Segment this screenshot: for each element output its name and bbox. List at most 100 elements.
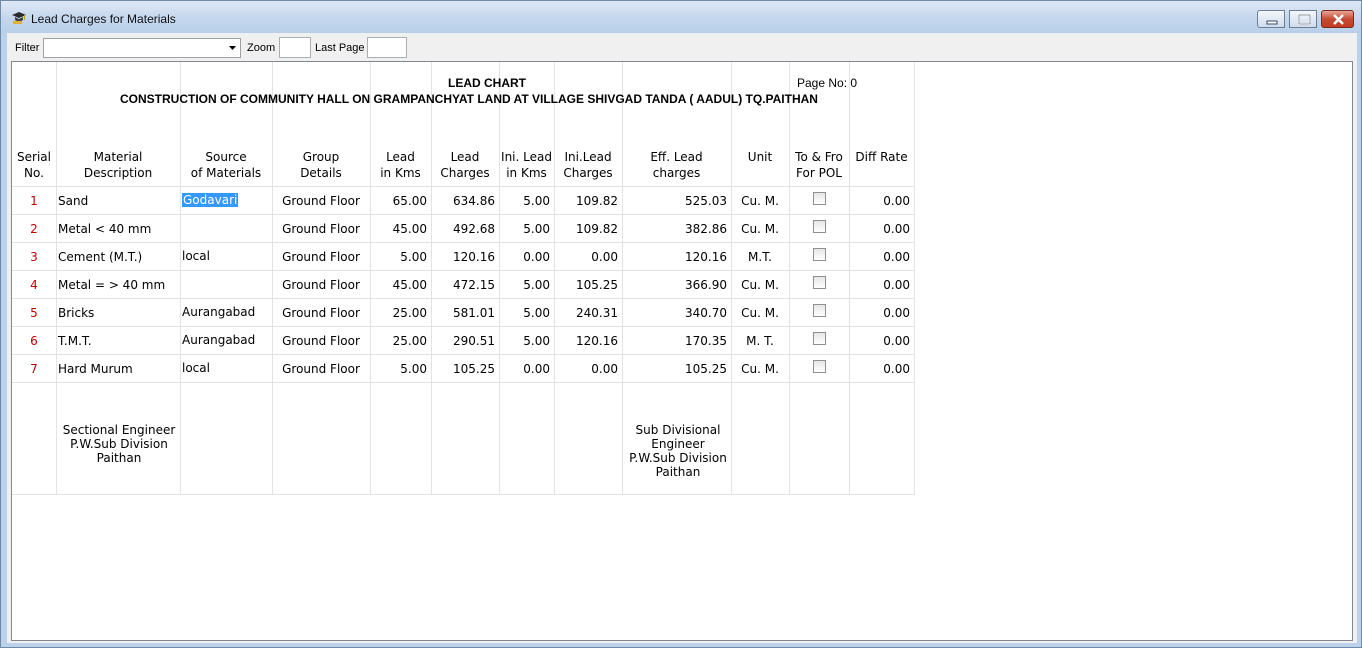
signature-line: Sub Divisional bbox=[635, 423, 721, 437]
grid-line bbox=[12, 354, 915, 355]
cell-unit: Cu. M. bbox=[741, 222, 779, 236]
pol-checkbox[interactable] bbox=[813, 248, 826, 261]
cell-ini-lead-kms: 5.00 bbox=[523, 222, 550, 236]
grid-line bbox=[12, 242, 915, 243]
cell-eff-lead: 366.90 bbox=[685, 278, 727, 292]
cell-ini-lead-charges: 0.00 bbox=[591, 362, 618, 376]
column-header-line: No. bbox=[24, 166, 44, 180]
column-header-line: of Materials bbox=[190, 166, 262, 180]
cell-group: Ground Floor bbox=[282, 250, 360, 264]
cell-ini-lead-kms: 5.00 bbox=[523, 278, 550, 292]
cell-source[interactable]: Godavari bbox=[182, 193, 239, 207]
cell-unit: Cu. M. bbox=[741, 278, 779, 292]
report-subheading: CONSTRUCTION OF COMMUNITY HALL ON GRAMPA… bbox=[120, 92, 818, 106]
title-bar[interactable]: Lead Charges for Materials bbox=[1, 1, 1361, 33]
window-title: Lead Charges for Materials bbox=[31, 12, 176, 26]
cell-lead-charges: 634.86 bbox=[453, 194, 495, 208]
cell-unit: Cu. M. bbox=[741, 306, 779, 320]
column-header-line: in Kms bbox=[380, 166, 421, 180]
cell-material: Metal = > 40 mm bbox=[58, 278, 166, 292]
filter-label: Filter bbox=[15, 42, 40, 54]
signature-line: Sectional Engineer bbox=[62, 423, 176, 437]
cell-ini-lead-charges: 109.82 bbox=[576, 194, 618, 208]
cell-ini-lead-charges: 240.31 bbox=[576, 306, 618, 320]
cell-source[interactable]: Aurangabad bbox=[182, 333, 255, 347]
signature-line: Engineer bbox=[651, 437, 705, 451]
minimize-button[interactable] bbox=[1257, 10, 1285, 28]
column-header-line: Charges bbox=[440, 166, 490, 180]
cell-diff-rate: 0.00 bbox=[883, 306, 910, 320]
cell-lead-charges: 290.51 bbox=[453, 334, 495, 348]
column-header-line: To & Fro bbox=[795, 150, 843, 164]
cell-diff-rate: 0.00 bbox=[883, 250, 910, 264]
cell-serial: 1 bbox=[30, 194, 38, 208]
cell-group: Ground Floor bbox=[282, 334, 360, 348]
filter-dropdown[interactable] bbox=[43, 38, 241, 58]
column-header-eff-lead: Eff. Lead charges bbox=[622, 149, 731, 181]
grid-line bbox=[180, 62, 181, 494]
signature-line: P.W.Sub Division bbox=[70, 437, 168, 451]
pol-checkbox[interactable] bbox=[813, 276, 826, 289]
column-header-pol: To & Fro For POL bbox=[789, 149, 849, 181]
cell-source[interactable]: local bbox=[182, 361, 210, 375]
column-header-line: Lead bbox=[386, 150, 415, 164]
zoom-input[interactable] bbox=[279, 37, 311, 58]
pol-checkbox[interactable] bbox=[813, 304, 826, 317]
column-header-line: charges bbox=[652, 166, 701, 180]
cell-diff-rate: 0.00 bbox=[883, 362, 910, 376]
cell-material: T.M.T. bbox=[58, 334, 92, 348]
cell-ini-lead-charges: 109.82 bbox=[576, 222, 618, 236]
minimize-icon bbox=[1266, 20, 1278, 25]
column-header-line: Charges bbox=[563, 166, 613, 180]
column-header-line: in Kms bbox=[506, 166, 547, 180]
cell-ini-lead-kms: 5.00 bbox=[523, 334, 550, 348]
cell-source[interactable]: Aurangabad bbox=[182, 305, 255, 319]
grid-line bbox=[12, 214, 915, 215]
cell-ini-lead-kms: 0.00 bbox=[523, 362, 550, 376]
pol-checkbox[interactable] bbox=[813, 360, 826, 373]
cell-unit: M. T. bbox=[746, 334, 774, 348]
pol-checkbox[interactable] bbox=[813, 192, 826, 205]
signature-line: P.W.Sub Division bbox=[629, 451, 727, 465]
grid-line bbox=[12, 494, 915, 495]
last-page-input[interactable] bbox=[367, 37, 407, 58]
selected-text[interactable]: Godavari bbox=[182, 193, 239, 207]
column-header-line: Lead bbox=[450, 150, 480, 164]
cell-lead-kms: 5.00 bbox=[400, 362, 427, 376]
report-viewer[interactable]: LEAD CHART CONSTRUCTION OF COMMUNITY HAL… bbox=[11, 61, 1353, 641]
column-header-ini-lead-kms: Ini. Lead in Kms bbox=[499, 149, 554, 181]
grid-line bbox=[12, 326, 915, 327]
column-header-material: Material Description bbox=[56, 149, 180, 181]
toolbar: Filter Zoom Last Page bbox=[7, 33, 1357, 61]
restore-button[interactable] bbox=[1289, 10, 1317, 28]
column-header-line: Eff. Lead bbox=[650, 150, 703, 164]
app-window: Lead Charges for Materials Filter Zoom L… bbox=[0, 0, 1362, 648]
cell-material: Sand bbox=[58, 194, 89, 208]
column-header-source: Source of Materials bbox=[180, 149, 272, 181]
cell-group: Ground Floor bbox=[282, 194, 360, 208]
grid-line bbox=[12, 382, 915, 383]
cell-material: Bricks bbox=[58, 306, 95, 320]
signature-sectional-engineer: Sectional Engineer P.W.Sub Division Pait… bbox=[58, 423, 180, 465]
cell-ini-lead-kms: 0.00 bbox=[523, 250, 550, 264]
column-header-line: Unit bbox=[747, 150, 773, 164]
cell-eff-lead: 382.86 bbox=[685, 222, 727, 236]
column-header-line: Serial bbox=[17, 150, 51, 164]
cell-ini-lead-kms: 5.00 bbox=[523, 306, 550, 320]
pol-checkbox[interactable] bbox=[813, 220, 826, 233]
cell-unit: Cu. M. bbox=[741, 362, 779, 376]
cell-source[interactable]: local bbox=[182, 249, 210, 263]
cell-eff-lead: 170.35 bbox=[685, 334, 727, 348]
cell-lead-charges: 492.68 bbox=[453, 222, 495, 236]
cell-lead-kms: 5.00 bbox=[400, 250, 427, 264]
zoom-label: Zoom bbox=[247, 42, 276, 54]
client-area: Filter Zoom Last Page LEAD CHART CONSTRU… bbox=[7, 33, 1357, 643]
grid-line bbox=[12, 270, 915, 271]
close-button[interactable] bbox=[1321, 10, 1354, 28]
cell-unit: Cu. M. bbox=[741, 194, 779, 208]
grid-line bbox=[914, 62, 915, 494]
page-number: Page No: 0 bbox=[797, 76, 858, 90]
column-header-line: Material bbox=[93, 150, 143, 164]
pol-checkbox[interactable] bbox=[813, 332, 826, 345]
column-header-line: Details bbox=[300, 166, 342, 180]
